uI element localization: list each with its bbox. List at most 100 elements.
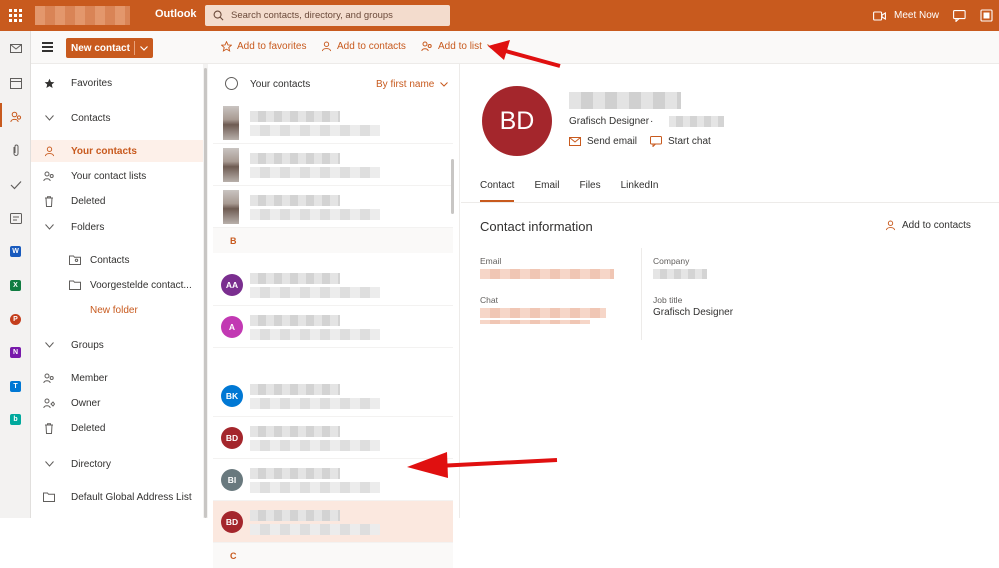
email-field-value[interactable] [480,269,614,279]
start-chat-button[interactable]: Start chat [650,136,711,147]
contact-avatar: BD [482,86,552,156]
nav-owner-label: Owner [71,397,101,409]
nav-your-contacts-label: Your contacts [71,145,137,157]
meet-now-button[interactable]: Meet Now [873,10,939,21]
nav-gal-label: Default Global Address List [71,491,192,503]
contact-detail [250,167,380,178]
contact-name [250,510,340,521]
select-all-checkbox[interactable] [225,77,238,90]
list-item[interactable]: AA [213,264,453,306]
todo-check-icon[interactable] [8,177,23,192]
nav-new-folder[interactable]: New folder [31,299,203,321]
person-icon [43,145,55,157]
nav-member[interactable]: Member [31,367,203,389]
contact-detail [250,287,380,298]
list-item[interactable] [213,144,453,186]
add-to-favorites-button[interactable]: Add to favorites [221,41,306,52]
nav-groups-group[interactable]: Groups [31,334,203,356]
chevron-down-icon[interactable] [135,43,153,54]
chat-icon[interactable] [953,9,966,22]
contact-company [669,116,724,127]
app-brand[interactable]: Outlook [155,8,197,20]
tab-contact[interactable]: Contact [480,180,515,202]
yammer-icon[interactable] [8,211,23,226]
list-item[interactable] [213,102,453,144]
contact-detail [250,524,380,535]
annotation-arrow-contact-row [407,452,558,478]
nav-directory-group[interactable]: Directory [31,453,203,475]
list-item[interactable] [213,186,453,228]
section-header-b: B [213,228,453,253]
add-to-list-label: Add to list [438,41,482,52]
app-launcher-button[interactable] [0,0,31,31]
chevron-down-icon [43,458,55,470]
contact-avatar: BK [221,385,243,407]
chevron-down-icon [43,221,55,233]
detail-add-to-contacts-label: Add to contacts [902,220,971,231]
trash-icon [43,422,55,434]
list-item[interactable]: BK [213,375,453,417]
new-contact-button[interactable]: New contact [66,38,153,58]
onenote-icon[interactable]: N [8,345,23,360]
word-icon[interactable]: W [8,244,23,259]
search-box[interactable]: Search contacts, directory, and groups [205,5,450,26]
tab-email[interactable]: Email [534,180,559,202]
nav-deleted[interactable]: Deleted [31,190,203,212]
nav-folder-suggested-label: Voorgestelde contact... [90,279,192,291]
sort-dropdown[interactable]: By first name [376,79,449,90]
list-item[interactable]: A [213,306,453,348]
company-field-value [653,269,707,279]
group-member-icon [43,372,55,384]
role-company-separator: · [650,116,654,127]
tab-files[interactable]: Files [579,180,600,202]
nav-your-contact-lists[interactable]: Your contact lists [31,165,203,187]
contact-detail [250,209,380,220]
teams-icon[interactable]: T [8,379,23,394]
excel-icon[interactable]: X [8,278,23,293]
nav-folders-group[interactable]: Folders [31,216,203,238]
powerpoint-icon[interactable]: P [8,312,23,327]
nav-scrollbar[interactable] [203,64,208,518]
contact-name [250,315,340,326]
start-chat-label: Start chat [668,136,711,147]
nav-folder-suggested[interactable]: Voorgestelde contact... [31,274,203,296]
contact-list-title: Your contacts [250,79,311,90]
contact-avatar: BD [221,511,243,533]
list-item[interactable]: BD [213,501,453,543]
nav-owner[interactable]: Owner [31,392,203,414]
contact-detail [250,125,380,136]
nav-favorites[interactable]: Favorites [31,72,203,94]
contact-photo [223,190,239,224]
tab-linkedin[interactable]: LinkedIn [621,180,659,202]
bookings-icon[interactable]: b [8,412,23,427]
contact-name [250,111,340,122]
contact-avatar: BI [221,469,243,491]
add-to-contacts-label: Add to contacts [337,41,406,52]
contact-name [250,384,340,395]
nav-folder-contacts[interactable]: Contacts [31,249,203,271]
section-header-c: C [213,543,453,568]
tabs-divider [461,202,999,203]
hamburger-menu-icon[interactable] [42,42,53,54]
chevron-down-icon [43,339,55,351]
detail-add-to-contacts-button[interactable]: Add to contacts [885,220,971,231]
nav-global-address-list[interactable]: Default Global Address List [31,486,203,508]
send-email-button[interactable]: Send email [569,136,637,147]
contact-detail [250,440,380,451]
header-actions: Meet Now [873,0,999,31]
calendar-icon[interactable] [8,75,23,90]
nav-deleted-label: Deleted [71,195,106,207]
send-email-label: Send email [587,136,638,147]
nav-your-contacts[interactable]: Your contacts [31,140,203,162]
nav-groups-deleted[interactable]: Deleted [31,417,203,439]
nav-scrollbar-thumb[interactable] [204,68,207,518]
mail-icon[interactable] [8,41,23,56]
people-icon[interactable] [8,109,23,124]
attachment-icon[interactable] [8,143,23,158]
office-icon[interactable] [980,9,993,22]
chat-field-value[interactable] [480,308,606,318]
list-scrollbar-thumb[interactable] [451,159,454,214]
contact-name [250,273,340,284]
add-to-contacts-button[interactable]: Add to contacts [321,41,406,52]
nav-contacts-group[interactable]: Contacts [31,107,203,129]
